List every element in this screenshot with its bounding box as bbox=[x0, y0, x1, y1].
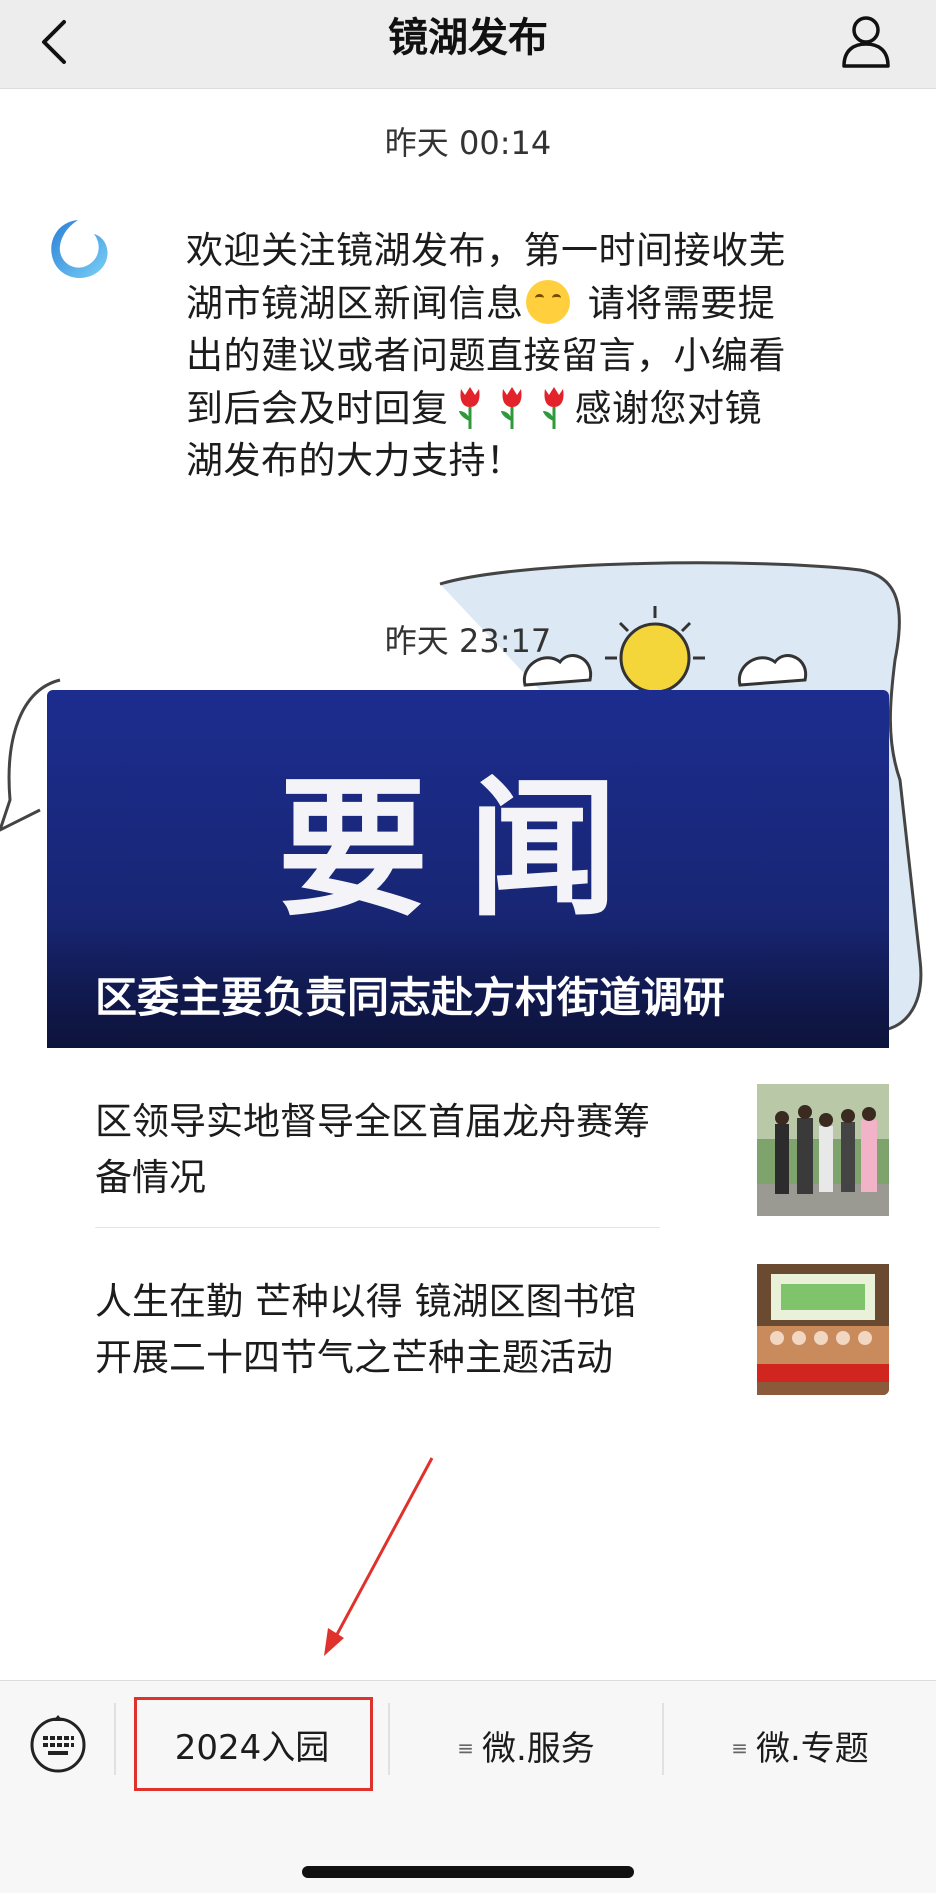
menu-topics-button[interactable]: ≡ 微.专题 bbox=[664, 1703, 936, 1793]
headline-article-title: 区委主要负责同志赴方村街道调研 bbox=[95, 973, 726, 1022]
submenu-icon: ≡ bbox=[457, 1736, 474, 1760]
menu-label: 微.服务 bbox=[481, 1729, 595, 1769]
tulip-emoji-icon bbox=[500, 386, 522, 429]
menu-label: 微.专题 bbox=[755, 1729, 869, 1769]
message-timestamp: 昨天 00:14 bbox=[384, 124, 552, 162]
article-thumbnail-image bbox=[757, 1084, 889, 1216]
home-indicator[interactable] bbox=[302, 1866, 634, 1878]
account-avatar-logo[interactable] bbox=[42, 212, 114, 288]
article-banner[interactable]: 要闻 区委主要负责同志赴方村街道调研 bbox=[47, 690, 889, 1048]
article-title: 人生在勤 芒种以得 镜湖区图书馆开展二十四节气之芒种主题活动 bbox=[95, 1280, 637, 1379]
article-card: 要闻 区委主要负责同志赴方村街道调研 区领导实地督导全区首届龙舟赛筹备情况 人生… bbox=[47, 690, 889, 1395]
annotation-highlight-box bbox=[134, 1697, 373, 1791]
article-list-item[interactable]: 区领导实地督导全区首届龙舟赛筹备情况 bbox=[95, 1048, 889, 1228]
keyboard-toggle-icon[interactable] bbox=[28, 1713, 88, 1773]
nav-bar: 镜湖发布 bbox=[0, 0, 936, 89]
welcome-message: 欢迎关注镜湖发布，第一时间接收芜湖市镜湖区新闻信息 请将需要提出的建议或者问题直… bbox=[186, 225, 786, 488]
article-thumbnail-image bbox=[757, 1264, 889, 1395]
smiling-face-emoji-icon bbox=[525, 279, 570, 324]
menu-services-button[interactable]: ≡ 微.服务 bbox=[390, 1703, 662, 1793]
article-list-item[interactable]: 人生在勤 芒种以得 镜湖区图书馆开展二十四节气之芒种主题活动 bbox=[95, 1228, 889, 1395]
tulip-emoji-icon bbox=[458, 386, 480, 429]
tulip-emoji-icon bbox=[542, 386, 564, 429]
message-timestamp: 昨天 23:17 bbox=[384, 622, 552, 660]
article-title: 区领导实地督导全区首届龙舟赛筹备情况 bbox=[95, 1100, 650, 1199]
banner-title: 要闻 bbox=[277, 763, 658, 937]
bottom-menu-bar: 2024入园 ≡ 微.服务 ≡ 微.专题 bbox=[0, 1680, 936, 1893]
page-title: 镜湖发布 bbox=[388, 15, 548, 61]
submenu-icon: ≡ bbox=[731, 1736, 748, 1760]
profile-icon[interactable] bbox=[840, 12, 892, 70]
